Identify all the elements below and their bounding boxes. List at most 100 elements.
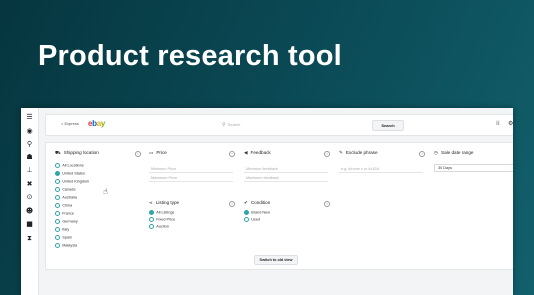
tools-icon[interactable]: ✖: [24, 180, 35, 189]
radio-united-kingdom[interactable]: United Kingdom: [55, 179, 89, 185]
target-icon[interactable]: ⊙: [24, 193, 35, 202]
radio-label: Used: [251, 217, 261, 222]
radio-dot[interactable]: [55, 235, 61, 241]
radio-dot[interactable]: [55, 163, 61, 169]
add-user-icon[interactable]: ☻: [24, 207, 35, 216]
hourglass-icon[interactable]: ⧗: [24, 234, 35, 243]
listing-type-title: ⋖ Listing type: [149, 200, 179, 206]
radio-dot[interactable]: [55, 203, 61, 209]
radio-label: Brand New: [251, 210, 270, 215]
money-icon: ▭: [149, 151, 154, 156]
radio-label: United States: [62, 171, 85, 176]
radio-dot[interactable]: [55, 219, 61, 225]
ebay-logo: ebay: [88, 119, 105, 128]
logo-letter-y: y: [100, 119, 106, 128]
radio-dot[interactable]: [149, 210, 155, 216]
sitemap-icon[interactable]: ⊥: [24, 166, 35, 175]
radio-used[interactable]: Used: [244, 217, 260, 223]
filters-panel: ⛟ Shipping location ? All Locations Unite…: [45, 142, 513, 270]
share-icon: ⋖: [149, 201, 153, 206]
check-icon: ✔: [244, 201, 248, 206]
price-title: ▭ Price: [149, 150, 167, 156]
radio-brand-new[interactable]: Brand New: [244, 210, 270, 216]
eye-icon[interactable]: ◉: [24, 127, 35, 136]
person-icon[interactable]: ☗: [24, 153, 35, 162]
top-bar: < Express ebay ⚲ Search Search ⁞⁞ ⚙: [45, 114, 513, 136]
help-icon[interactable]: ?: [135, 151, 141, 157]
radio-malaysia[interactable]: Malaysia: [55, 243, 77, 249]
radio-dot[interactable]: [55, 227, 61, 233]
help-icon[interactable]: ?: [419, 151, 425, 157]
radio-label: United Kingdom: [62, 179, 90, 184]
help-icon[interactable]: ?: [229, 201, 235, 207]
pencil-icon: ✎: [339, 151, 343, 156]
radio-fixed-price[interactable]: Fixed Price: [149, 217, 175, 223]
radio-china[interactable]: China: [55, 203, 72, 209]
app-window: ☰ ◉ ⚲ ☗ ⊥ ✖ ⊙ ☻ ■ ⧗ < Express ebay ⚲ Sear…: [21, 108, 513, 295]
feedback-label: Feedback: [250, 150, 271, 155]
radio-united-states[interactable]: United States: [55, 171, 85, 177]
radio-all-listings[interactable]: All Listings: [149, 210, 174, 216]
radio-label: China: [62, 203, 73, 208]
sidebar-rail: ☰ ◉ ⚲ ☗ ⊥ ✖ ⊙ ☻ ■ ⧗: [21, 108, 39, 295]
switch-to-old-view-button[interactable]: Switch to old view: [254, 255, 298, 265]
radio-france[interactable]: France: [55, 211, 74, 217]
help-icon[interactable]: ?: [324, 151, 330, 157]
radio-label: Spain: [62, 235, 72, 240]
condition-label: Condition: [250, 200, 271, 205]
listing-type-label: Listing type: [155, 200, 180, 205]
folder-icon[interactable]: ■: [24, 220, 35, 229]
hand-cursor-icon: ☝: [103, 187, 108, 196]
radio-label: Italy: [62, 227, 70, 232]
radio-italy[interactable]: Italy: [55, 227, 69, 233]
radio-label: Germany: [62, 219, 78, 224]
sale-date-range-label: Sale date range: [441, 150, 474, 155]
feedback-title: ◀ Feedback: [244, 150, 271, 156]
exclude-phrase-label: Exclude phrase: [345, 150, 378, 155]
radio-australia[interactable]: Australia: [55, 195, 77, 201]
gear-icon[interactable]: ⚙: [508, 120, 513, 127]
radio-dot[interactable]: [244, 210, 250, 216]
radio-label: All Listings: [156, 210, 175, 215]
shipping-location-label: Shipping location: [63, 150, 99, 155]
sale-date-range-title: ◷ Sale date range: [434, 150, 473, 156]
radio-all-locations[interactable]: All Locations: [55, 163, 84, 169]
clock-icon: ◷: [434, 151, 439, 156]
condition-title: ✔ Condition: [244, 200, 270, 206]
radio-dot[interactable]: [55, 195, 61, 201]
radio-dot[interactable]: [55, 243, 61, 249]
maximum-price-input[interactable]: Maximum Price: [149, 174, 233, 182]
radio-canada[interactable]: Canada: [55, 187, 76, 193]
search-icon[interactable]: ⚲: [24, 140, 35, 149]
radio-dot[interactable]: [149, 224, 155, 230]
back-link[interactable]: < Express: [61, 121, 79, 126]
radio-label: Malaysia: [62, 243, 78, 248]
help-icon[interactable]: ?: [324, 201, 330, 207]
search-button[interactable]: Search: [372, 120, 404, 131]
radio-dot[interactable]: [55, 187, 61, 193]
headline: Product research tool: [38, 40, 342, 72]
help-icon[interactable]: ?: [229, 151, 235, 157]
radio-dot[interactable]: [149, 217, 155, 223]
grid-icon[interactable]: ⁞⁞: [496, 120, 500, 127]
menu-icon[interactable]: ☰: [24, 113, 35, 122]
radio-label: All Locations: [62, 163, 84, 168]
radio-dot[interactable]: [55, 171, 61, 177]
radio-spain[interactable]: Spain: [55, 235, 72, 241]
exclude-phrase-title: ✎ Exclude phrase: [339, 150, 378, 156]
radio-auction[interactable]: Auction: [149, 224, 169, 230]
radio-label: Auction: [156, 224, 169, 229]
maximum-feedback-input[interactable]: Maximum feedback: [244, 174, 328, 182]
radio-germany[interactable]: Germany: [55, 219, 78, 225]
sale-date-range-select[interactable]: 30 Days ▾: [434, 164, 513, 172]
radio-label: France: [62, 211, 75, 216]
radio-label: Fixed Price: [156, 217, 176, 222]
minimum-feedback-input[interactable]: Minimum feedback: [244, 165, 328, 173]
price-label: Price: [156, 150, 167, 155]
truck-icon: ⛟: [55, 151, 61, 156]
radio-dot[interactable]: [55, 179, 61, 185]
radio-dot[interactable]: [244, 217, 250, 223]
radio-dot[interactable]: [55, 211, 61, 217]
exclude-phrase-input[interactable]: e.g. iphone x or 4x32A: [339, 165, 423, 173]
minimum-price-input[interactable]: Minimum Price: [149, 165, 233, 173]
